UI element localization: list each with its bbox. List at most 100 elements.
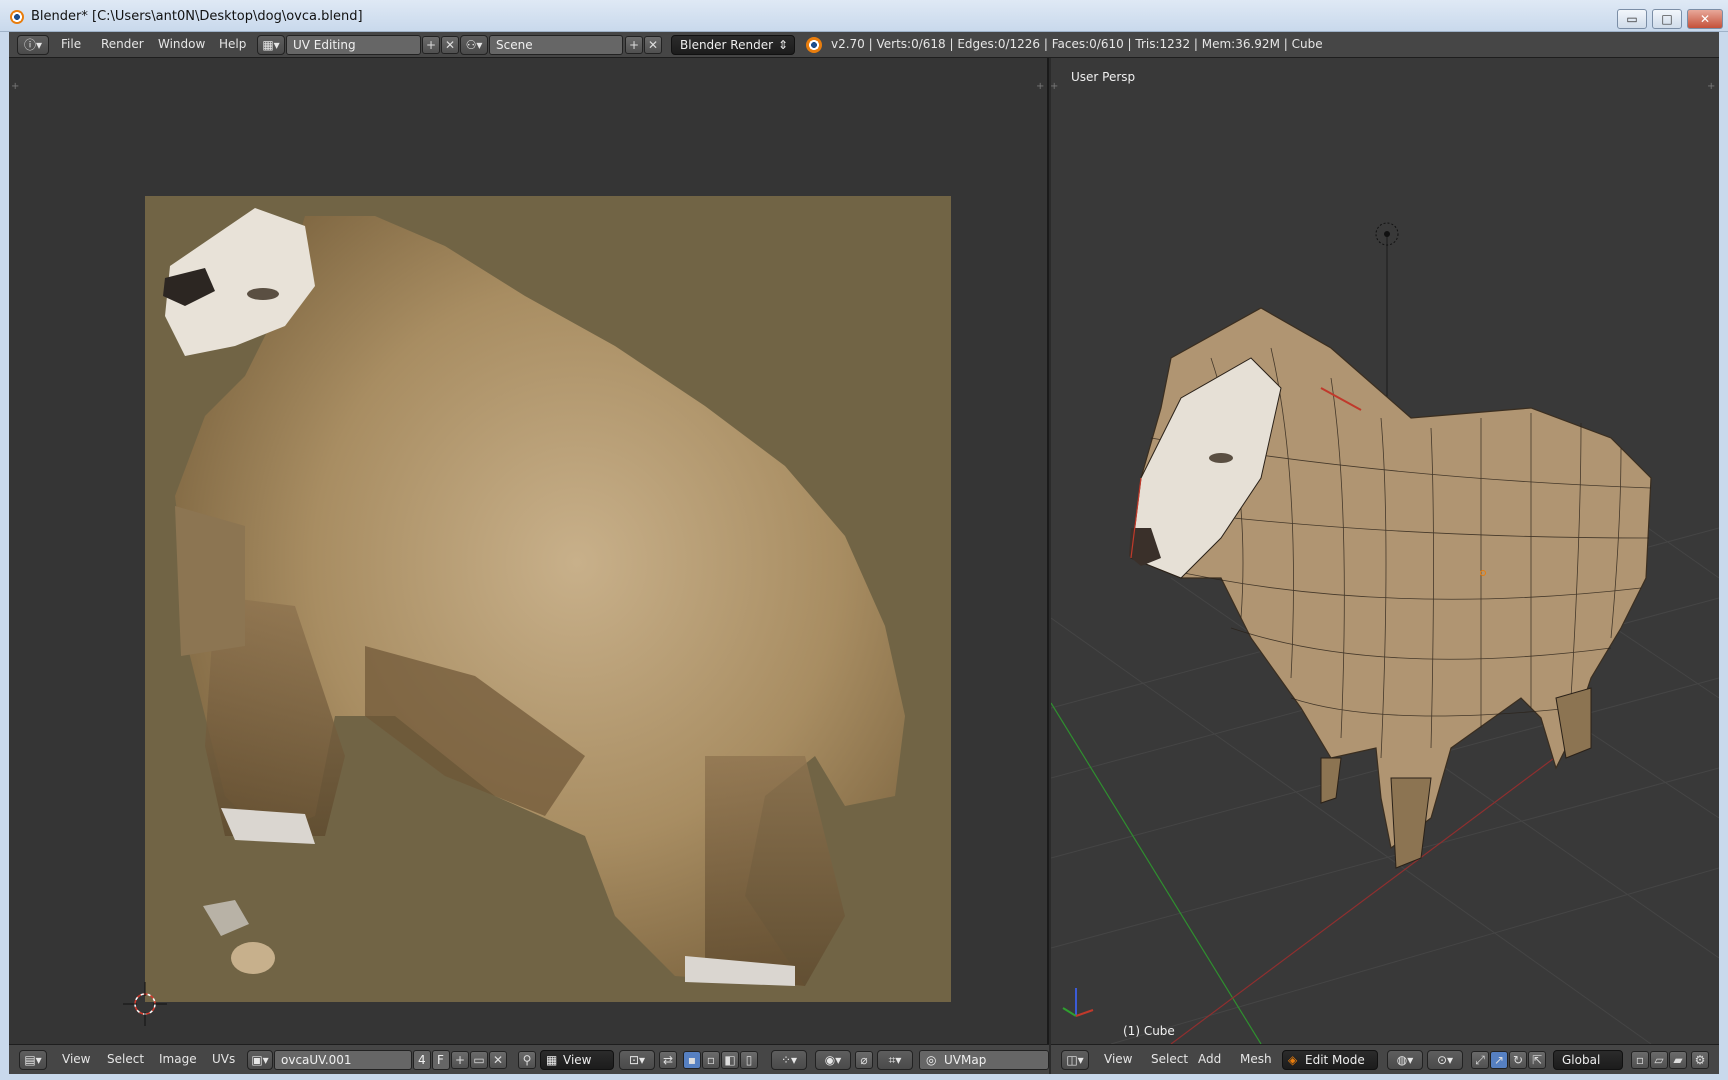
menu-image[interactable]: Image [159, 1052, 197, 1066]
hind-leg-uv-island [705, 756, 845, 986]
uv-map-field[interactable]: ◎ UVMap [919, 1050, 1049, 1070]
side-uv-island [175, 506, 245, 656]
proportional-edit-dropdown[interactable]: ◉▾ [815, 1050, 851, 1070]
pin-icon[interactable]: ⚲ [518, 1051, 536, 1069]
pivot-dropdown[interactable]: ⊡▾ [619, 1050, 655, 1070]
menu-view[interactable]: View [62, 1052, 90, 1066]
blender-logo-icon [806, 37, 822, 53]
small-uv-island [231, 942, 275, 974]
unlink-image-button[interactable]: ✕ [489, 1051, 507, 1069]
sticky-select-icon: ⁘▾ [780, 1053, 798, 1067]
island-select-mode-button[interactable]: ▯ [740, 1051, 758, 1069]
eye-detail [247, 288, 279, 300]
minimize-button[interactable]: ▭ [1617, 9, 1647, 29]
screen-layout-browse-button[interactable]: ▦▾ [257, 35, 285, 55]
2d-cursor-icon[interactable] [121, 980, 169, 1028]
rotate-manipulator-button[interactable]: ↻ [1509, 1051, 1527, 1069]
menu-view[interactable]: View [1104, 1052, 1132, 1066]
uv-sync-icon[interactable]: ⇄ [659, 1051, 677, 1069]
menu-select[interactable]: Select [107, 1052, 144, 1066]
image-browse-icon: ▣▾ [251, 1053, 269, 1067]
render-engine-dropdown[interactable]: Blender Render ⇕ [671, 35, 795, 55]
screen-layout-icon: ▦▾ [262, 38, 280, 52]
manipulator-icon[interactable]: ⤢ [1471, 1051, 1489, 1069]
viewport-scene-drawing [1051, 222, 1719, 1044]
close-button[interactable]: ✕ [1687, 9, 1723, 29]
delete-scene-button[interactable]: ✕ [644, 36, 662, 54]
add-screen-button[interactable]: + [422, 36, 440, 54]
x-axis-line [1170, 737, 1582, 1044]
delete-screen-button[interactable]: ✕ [441, 36, 459, 54]
viewport-shading-icon: ◍▾ [1396, 1053, 1414, 1067]
screen-layout-field[interactable]: UV Editing [286, 35, 421, 55]
face-select-mode-button[interactable]: ▰ [1669, 1051, 1687, 1069]
image-browse-button[interactable]: ▣▾ [247, 1050, 273, 1070]
window-frame-bottom [0, 1074, 1728, 1080]
menu-select[interactable]: Select [1151, 1052, 1188, 1066]
scene-field[interactable]: Scene [489, 35, 623, 55]
chevron-updown-icon: ⇕ [777, 38, 788, 52]
snap-toggle[interactable]: ⌀ [855, 1051, 873, 1069]
proportional-edit-icon: ◉▾ [824, 1053, 842, 1067]
vertex-select-mode-button[interactable]: ▪ [683, 1051, 701, 1069]
uv-image-editor[interactable]: + + [9, 58, 1049, 1044]
axis-gizmo-icon [1062, 988, 1094, 1017]
image-users-count[interactable]: 4 [413, 1050, 431, 1070]
scene-icon: ⚇▾ [465, 38, 483, 52]
window-frame-left [0, 32, 9, 1080]
translate-manipulator-button[interactable]: ↗ [1490, 1051, 1508, 1069]
menu-add[interactable]: Add [1198, 1052, 1221, 1066]
scene-browse-button[interactable]: ⚇▾ [460, 35, 488, 55]
3d-view-header: ◫▾ View Select Add Mesh ◈ Edit Mode ◍▾ ⊙… [1051, 1044, 1719, 1074]
face-select-mode-button[interactable]: ◧ [721, 1051, 739, 1069]
window-title-bar: Blender* [C:\Users\ant0N\Desktop\dog\ovc… [0, 0, 1728, 32]
view-mode-dropdown[interactable]: ▦ View [540, 1050, 614, 1070]
sheep-leg [1320, 757, 1342, 804]
mode-dropdown[interactable]: ◈ Edit Mode [1282, 1050, 1378, 1070]
menu-file[interactable]: File [61, 37, 81, 51]
edit-mode-icon: ◈ [1288, 1053, 1298, 1067]
maximize-button[interactable]: □ [1652, 9, 1682, 29]
window-frame-right [1719, 32, 1728, 1080]
view3d-editor-icon: ◫▾ [1066, 1053, 1084, 1067]
lamp-center [1384, 231, 1390, 237]
menu-mesh[interactable]: Mesh [1240, 1052, 1272, 1066]
image-name-field[interactable]: ovcaUV.001 [274, 1050, 412, 1070]
pivot-icon: ⊡▾ [628, 1053, 646, 1067]
y-axis-line [1051, 702, 1262, 1044]
editor-type-button[interactable]: ▤▾ [19, 1050, 47, 1070]
transform-orientation-dropdown[interactable]: Global [1553, 1050, 1623, 1070]
scale-manipulator-button[interactable]: ⇱ [1528, 1051, 1546, 1069]
fake-user-toggle[interactable]: F [432, 1050, 450, 1070]
viewport-shading-dropdown[interactable]: ◍▾ [1387, 1050, 1423, 1070]
vertex-select-mode-button[interactable]: ▫ [1631, 1051, 1649, 1069]
menu-help[interactable]: Help [219, 37, 246, 51]
mode-label: Edit Mode [1305, 1053, 1365, 1067]
edge-select-mode-button[interactable]: ▫ [702, 1051, 720, 1069]
snap-icon: ⌗▾ [888, 1053, 902, 1067]
orientation-label: Global [1562, 1053, 1601, 1067]
menu-render[interactable]: Render [101, 37, 144, 51]
active-object-label: (1) Cube [1123, 1024, 1175, 1038]
snap-element-dropdown[interactable]: ⌗▾ [877, 1050, 913, 1070]
uv-texture-image[interactable] [145, 196, 951, 1002]
editor-type-button[interactable]: ◫▾ [1061, 1050, 1089, 1070]
menu-window[interactable]: Window [158, 37, 205, 51]
editor-type-button[interactable]: ⓘ▾ [17, 35, 49, 55]
render-engine-label: Blender Render [680, 38, 774, 52]
uv-map-icon: ◎ [926, 1053, 937, 1067]
open-image-button[interactable]: ▭ [470, 1051, 488, 1069]
new-image-button[interactable]: + [451, 1051, 469, 1069]
occlude-geometry-button[interactable]: ⚙ [1691, 1051, 1709, 1069]
sticky-select-dropdown[interactable]: ⁘▾ [771, 1050, 807, 1070]
area-split-corner[interactable]: + [11, 82, 21, 92]
window-title: Blender* [C:\Users\ant0N\Desktop\dog\ovc… [31, 9, 363, 24]
info-editor-icon: ⓘ▾ [23, 38, 43, 52]
menu-uvs[interactable]: UVs [212, 1052, 235, 1066]
add-scene-button[interactable]: + [625, 36, 643, 54]
image-editor-icon: ▤▾ [24, 1053, 42, 1067]
edge-select-mode-button[interactable]: ▱ [1650, 1051, 1668, 1069]
area-split-corner[interactable]: + [1036, 82, 1046, 92]
pivot-dropdown[interactable]: ⊙▾ [1427, 1050, 1463, 1070]
3d-viewport[interactable]: User Persp + + (1) Cube [1051, 58, 1719, 1044]
